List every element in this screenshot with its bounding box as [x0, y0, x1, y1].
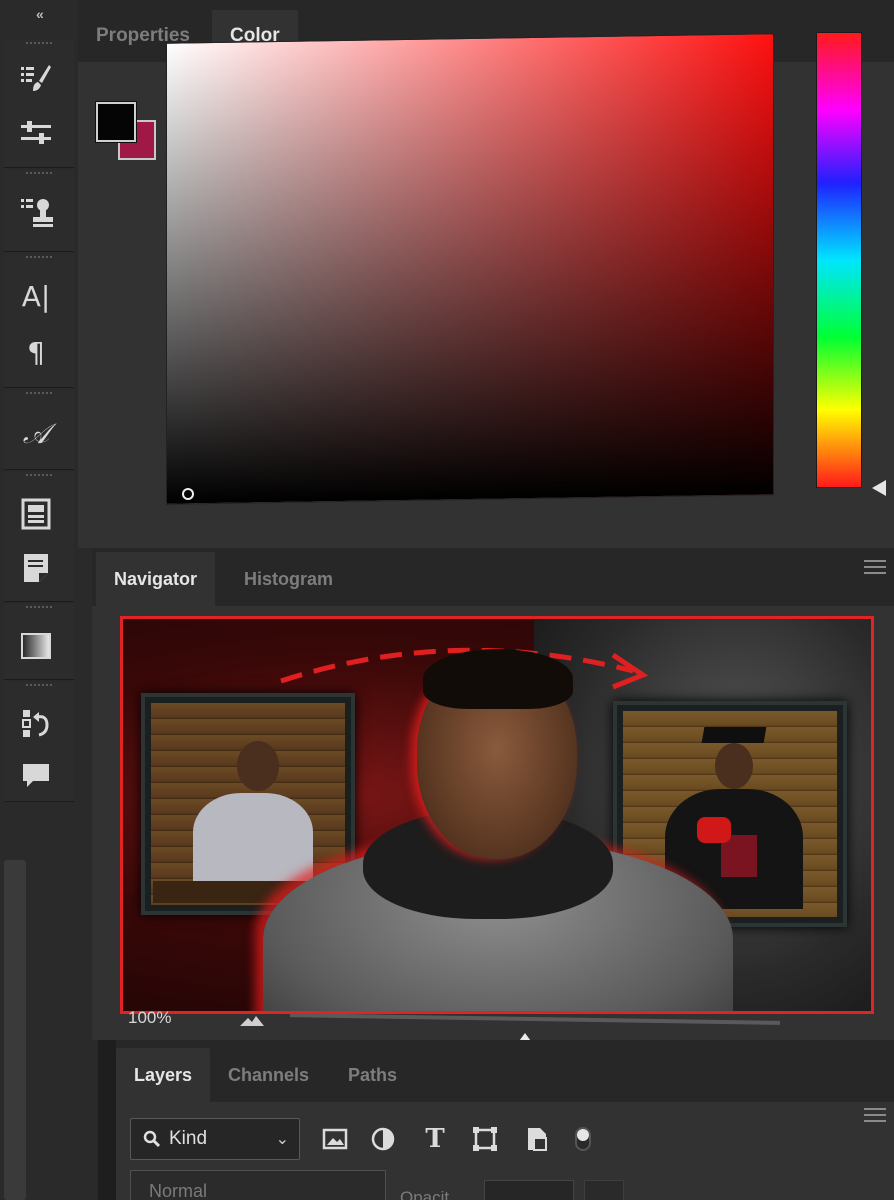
adjustment-filter-icon[interactable]: [366, 1122, 400, 1156]
tab-channels[interactable]: Channels: [210, 1048, 327, 1102]
foreground-color-swatch[interactable]: [95, 101, 137, 143]
clone-source-stamp-icon[interactable]: [14, 192, 58, 232]
navigator-zoom-value[interactable]: 100%: [128, 1008, 171, 1028]
layers-panel-menu-icon[interactable]: [864, 1108, 886, 1122]
opacity-dropdown-button[interactable]: [584, 1180, 624, 1200]
navigator-panel-tabs: Navigator Histogram: [92, 548, 894, 606]
tab-histogram[interactable]: Histogram: [226, 552, 351, 606]
zoom-slider-track[interactable]: [289, 1013, 781, 1025]
libraries-panel-icon[interactable]: [14, 494, 58, 534]
tab-layers[interactable]: Layers: [116, 1048, 211, 1102]
main-subject-hair: [423, 649, 573, 709]
character-panel-icon[interactable]: A|: [14, 276, 58, 316]
tab-paths[interactable]: Paths: [330, 1048, 415, 1102]
shape-filter-icon[interactable]: [468, 1122, 502, 1156]
smart-object-filter-icon[interactable]: [520, 1122, 554, 1156]
tab-navigator[interactable]: Navigator: [96, 552, 216, 606]
color-picker-cursor[interactable]: [182, 488, 194, 500]
search-icon: [143, 1130, 161, 1148]
adjustments-sliders-icon[interactable]: [14, 114, 58, 154]
color-picker-field[interactable]: [166, 33, 774, 505]
filter-toggle-icon[interactable]: [566, 1122, 600, 1156]
paragraph-panel-icon[interactable]: ¶: [14, 332, 58, 372]
navigator-preview-thumbnail[interactable]: [120, 616, 874, 1014]
brush-presets-icon[interactable]: [14, 58, 58, 98]
image-filter-icon[interactable]: [318, 1122, 352, 1156]
color-panel: Properties Color: [78, 0, 894, 548]
comments-panel-icon[interactable]: [14, 756, 58, 796]
navigator-panel-menu-icon[interactable]: [864, 560, 886, 574]
filter-kind-label: Kind: [169, 1128, 208, 1149]
blend-mode-dropdown[interactable]: Normal: [130, 1170, 386, 1200]
opacity-input[interactable]: [484, 1180, 574, 1200]
chevron-down-icon: ⌄: [275, 1131, 289, 1148]
layers-panel: Layers Channels Paths Kind ⌄ T Normal Op…: [116, 1040, 894, 1200]
type-filter-icon[interactable]: T: [418, 1122, 452, 1156]
history-panel-icon[interactable]: [14, 704, 58, 744]
notes-panel-icon[interactable]: [14, 548, 58, 588]
opacity-label: Opacit: [400, 1188, 450, 1200]
zoom-out-icon[interactable]: [240, 1014, 264, 1026]
gradients-panel-icon[interactable]: [14, 626, 58, 666]
hue-spectrum-bar[interactable]: [816, 32, 862, 488]
layers-panel-tabs: Layers Channels Paths: [116, 1040, 894, 1122]
hue-slider-handle[interactable]: [872, 480, 886, 496]
collapse-panels-icon[interactable]: «: [36, 6, 44, 22]
glyphs-panel-icon[interactable]: 𝒜: [14, 414, 58, 454]
filter-kind-dropdown[interactable]: Kind ⌄: [130, 1118, 300, 1160]
navigator-panel: Navigator Histogram 100%: [92, 548, 894, 1058]
toolstrip-scrollbar[interactable]: [4, 860, 26, 1200]
